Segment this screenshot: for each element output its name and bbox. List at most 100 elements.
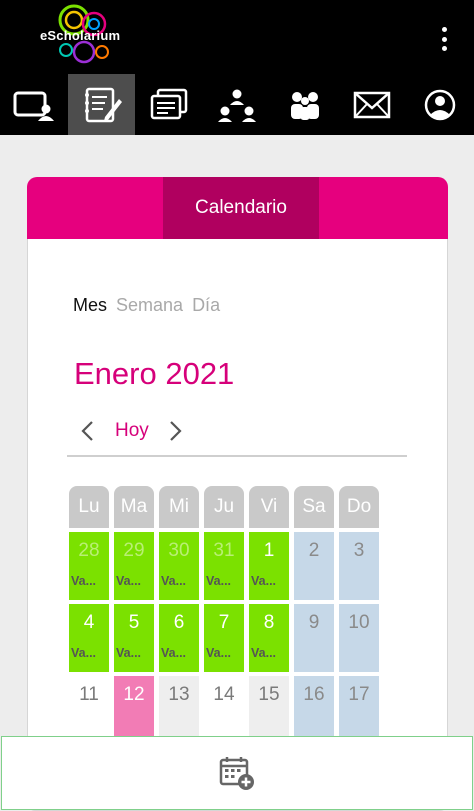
section-tabbar: Calendario: [27, 177, 448, 239]
day-number: 30: [168, 540, 190, 561]
day-cell[interactable]: 5 Va...: [114, 604, 154, 672]
day-cell[interactable]: 7 Va...: [204, 604, 244, 672]
day-cell[interactable]: 15: [249, 676, 289, 744]
day-cell[interactable]: 30 Va...: [159, 532, 199, 600]
weekday-header: Lu Ma Mi Ju Vi Sa Do: [69, 486, 379, 528]
main-nav: [0, 74, 474, 135]
envelope-icon: [354, 91, 391, 118]
nav-perfil[interactable]: [406, 74, 474, 135]
view-day-button[interactable]: Día: [192, 295, 220, 316]
day-cell[interactable]: 13: [159, 676, 199, 744]
day-cell[interactable]: 12: [114, 676, 154, 744]
app-header: eScholarium: [0, 0, 474, 135]
day-number: 6: [173, 612, 185, 633]
next-month-button[interactable]: [163, 416, 189, 446]
day-event-label[interactable]: Va...: [116, 574, 141, 588]
weekday-label: Lu: [69, 486, 109, 528]
day-event-label[interactable]: Va...: [206, 574, 231, 588]
weekday-label: Vi: [249, 486, 289, 528]
calendar-add-icon[interactable]: [218, 754, 256, 792]
month-title: Enero 2021: [74, 356, 235, 391]
week-row: 11 12 13 14 15 16 17: [69, 676, 379, 744]
notebook-edit-icon: [84, 87, 122, 122]
day-number: 12: [123, 684, 145, 705]
day-cell[interactable]: 16: [294, 676, 334, 744]
nav-documentos[interactable]: [135, 74, 203, 135]
day-cell[interactable]: 4 Va...: [69, 604, 109, 672]
profile-icon: [424, 89, 456, 120]
documents-icon: [150, 88, 188, 119]
day-number: 16: [303, 684, 325, 705]
nav-usuario[interactable]: [0, 74, 68, 135]
day-event-label[interactable]: Va...: [116, 646, 141, 660]
day-cell[interactable]: 31 Va...: [204, 532, 244, 600]
day-number: 3: [353, 540, 365, 561]
view-month-button[interactable]: Mes: [73, 295, 107, 316]
day-number: 10: [348, 612, 370, 633]
day-number: 17: [348, 684, 370, 705]
day-number: 31: [213, 540, 235, 561]
chevron-left-icon: [81, 421, 93, 441]
hierarchy-icon: [217, 89, 256, 122]
chevron-right-icon: [170, 421, 182, 441]
day-number: 29: [123, 540, 145, 561]
day-number: 7: [218, 612, 230, 633]
day-number: 8: [263, 612, 275, 633]
calendar-navigation: Hoy: [74, 416, 189, 446]
day-event-label[interactable]: Va...: [161, 574, 186, 588]
day-event-label[interactable]: Va...: [71, 574, 96, 588]
day-cell[interactable]: 14: [204, 676, 244, 744]
day-cell[interactable]: 8 Va...: [249, 604, 289, 672]
logo-text: eScholarium: [40, 28, 121, 43]
nav-grupos[interactable]: [203, 74, 271, 135]
tab-calendario[interactable]: Calendario: [163, 177, 319, 239]
day-number: 4: [83, 612, 95, 633]
weekday-label: Sa: [294, 486, 334, 528]
nav-agenda[interactable]: [67, 74, 136, 135]
prev-month-button[interactable]: [74, 416, 100, 446]
day-number: 9: [308, 612, 320, 633]
people-icon: [290, 91, 319, 120]
day-cell[interactable]: 17: [339, 676, 379, 744]
weekday-label: Mi: [159, 486, 199, 528]
bottom-action-bar: [1, 736, 473, 810]
day-number: 28: [78, 540, 100, 561]
day-cell[interactable]: 28 Va...: [69, 532, 109, 600]
day-number: 13: [168, 684, 190, 705]
nav-contactos[interactable]: [271, 74, 339, 135]
nav-mensajes[interactable]: [338, 74, 406, 135]
day-cell[interactable]: 11: [69, 676, 109, 744]
day-number: 5: [128, 612, 140, 633]
more-options-icon[interactable]: [436, 24, 452, 54]
day-event-label[interactable]: Va...: [251, 646, 276, 660]
day-event-label[interactable]: Va...: [161, 646, 186, 660]
day-cell[interactable]: 3: [339, 532, 379, 600]
day-event-label[interactable]: Va...: [251, 574, 276, 588]
user-screen-icon: [13, 91, 54, 121]
today-button[interactable]: Hoy: [115, 420, 149, 442]
divider: [67, 455, 407, 457]
view-week-button[interactable]: Semana: [116, 295, 183, 316]
weekday-label: Do: [339, 486, 379, 528]
day-number: 14: [213, 684, 235, 705]
week-row: 4 Va... 5 Va... 6 Va... 7 Va... 8 Va... 9 10: [69, 604, 379, 672]
weeks-container: 28 Va... 29 Va... 30 Va... 31 Va... 1 Va... 2 3 4 Va.…: [69, 532, 379, 744]
day-cell[interactable]: 9: [294, 604, 334, 672]
day-event-label[interactable]: Va...: [206, 646, 231, 660]
week-row: 28 Va... 29 Va... 30 Va... 31 Va... 1 Va... 2 3: [69, 532, 379, 600]
day-number: 2: [308, 540, 320, 561]
day-cell[interactable]: 2: [294, 532, 334, 600]
weekday-label: Ju: [204, 486, 244, 528]
day-number: 11: [79, 684, 99, 705]
weekday-label: Ma: [114, 486, 154, 528]
day-cell[interactable]: 1 Va...: [249, 532, 289, 600]
day-number: 1: [263, 540, 275, 561]
escholarium-logo[interactable]: eScholarium: [36, 2, 132, 72]
day-event-label[interactable]: Va...: [71, 646, 96, 660]
day-cell[interactable]: 10: [339, 604, 379, 672]
month-grid: Lu Ma Mi Ju Vi Sa Do 28 Va... 29 Va... 30 Va... 31 Va…: [69, 486, 379, 744]
day-number: 15: [258, 684, 280, 705]
view-switcher: Mes Semana Día: [73, 295, 220, 316]
day-cell[interactable]: 6 Va...: [159, 604, 199, 672]
day-cell[interactable]: 29 Va...: [114, 532, 154, 600]
